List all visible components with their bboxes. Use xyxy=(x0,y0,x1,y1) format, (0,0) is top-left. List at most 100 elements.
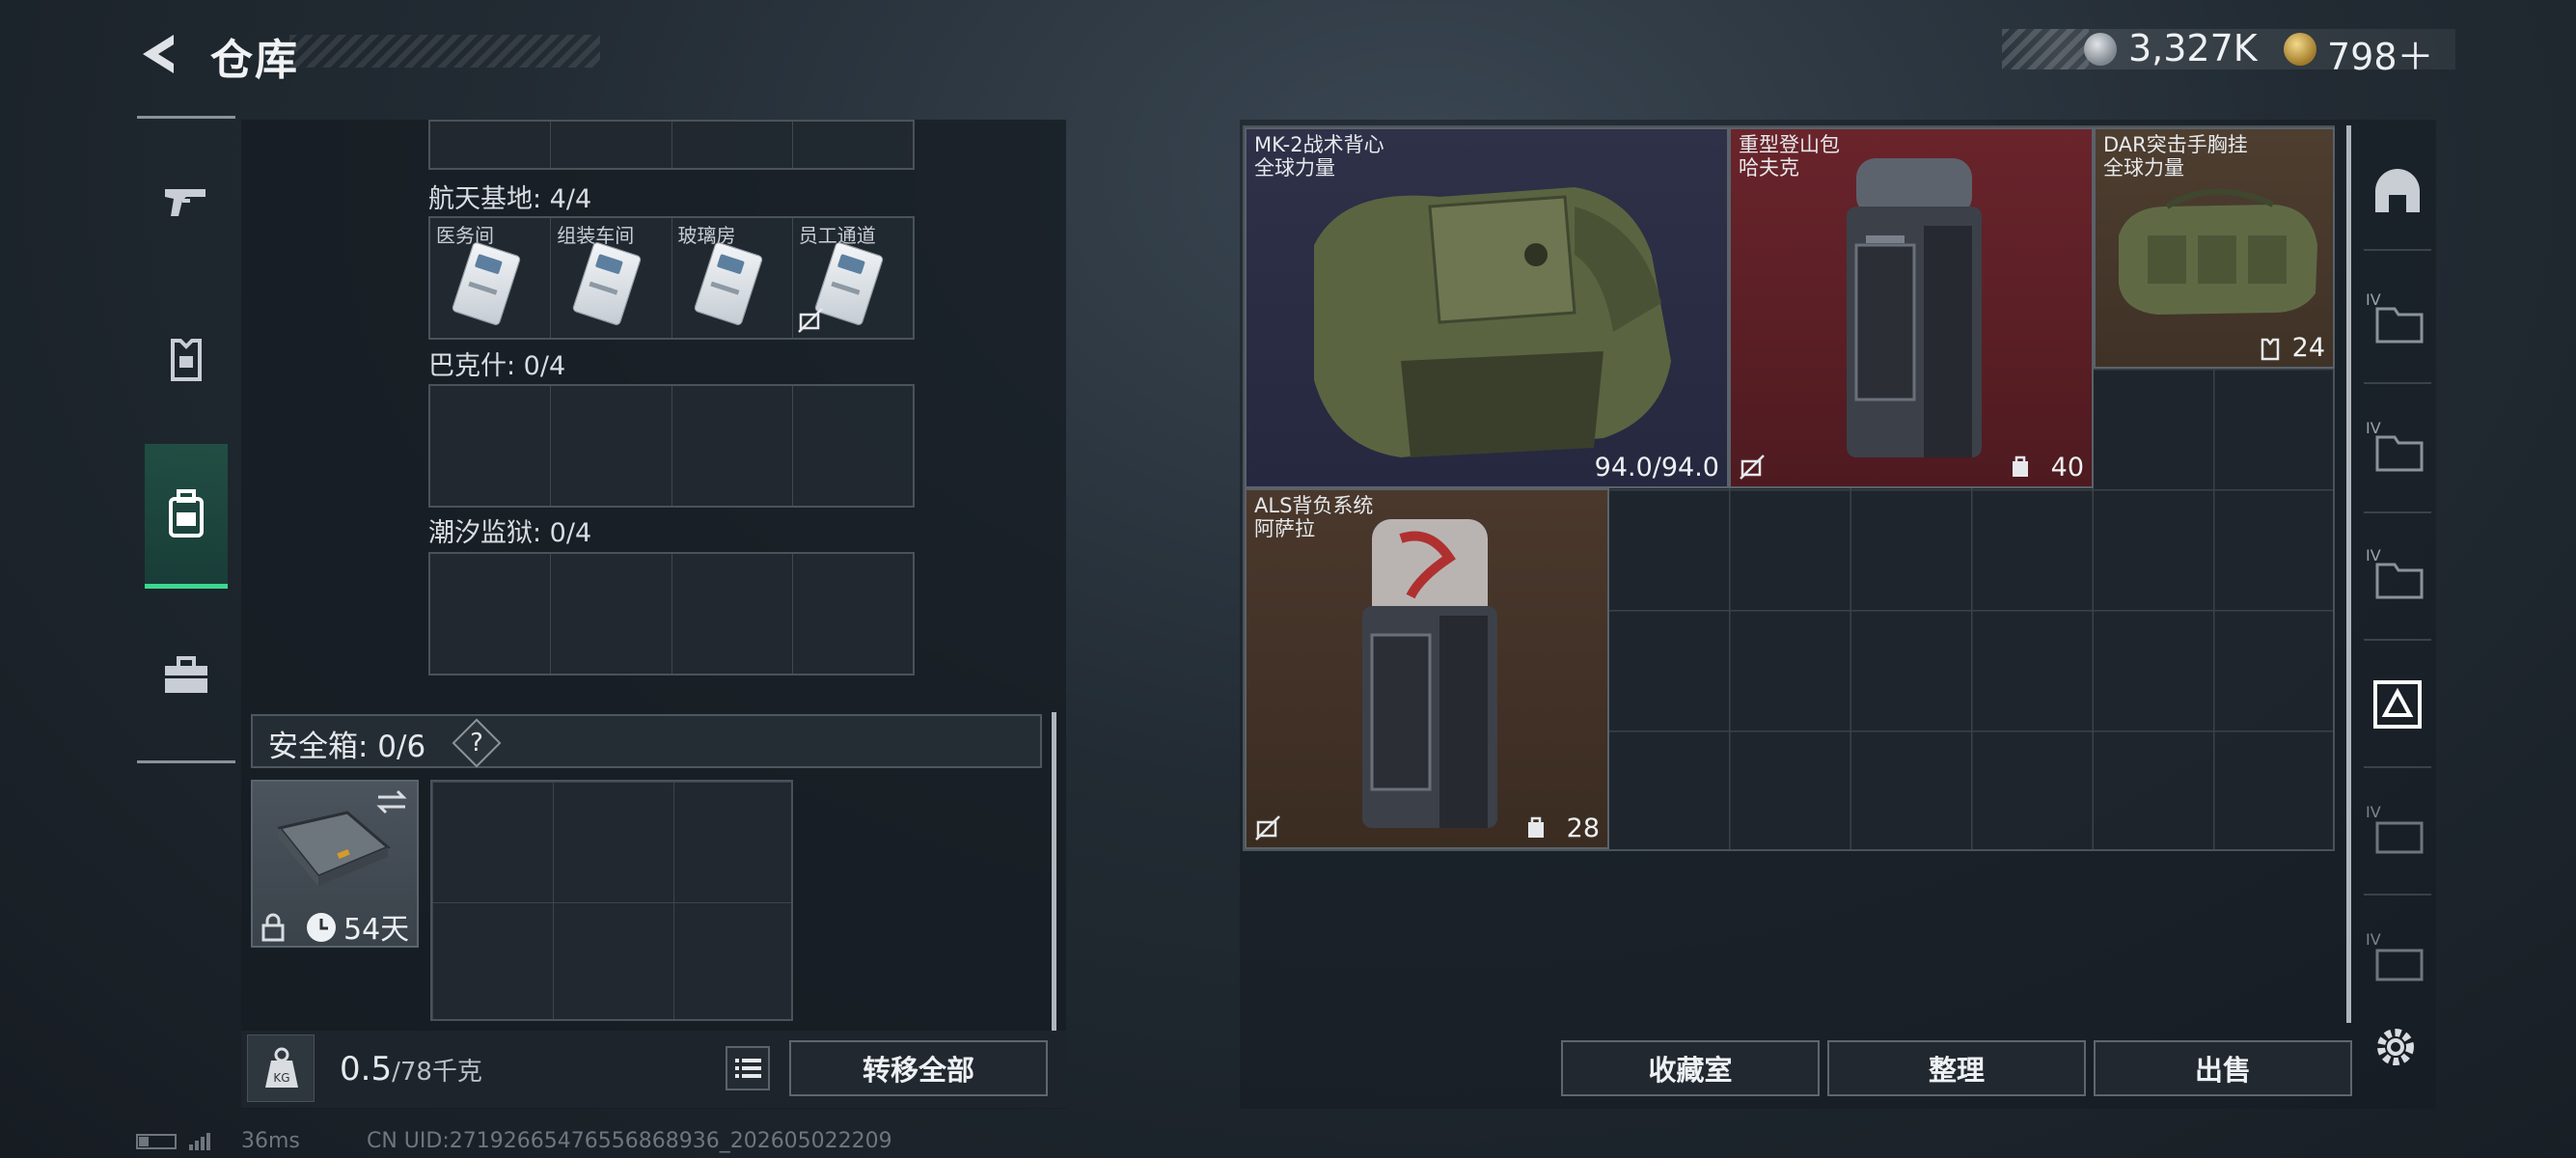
keycard-icon xyxy=(451,240,522,327)
helmet-icon xyxy=(2375,169,2420,212)
backpack-icon xyxy=(165,488,207,539)
section-label: 潮汐监狱: 0/4 xyxy=(428,518,592,548)
nav-divider xyxy=(137,116,235,119)
transfer-all-button[interactable]: 转移全部 xyxy=(789,1040,1048,1096)
help-label: ? xyxy=(470,729,483,758)
safe-box-grid[interactable] xyxy=(430,780,793,1021)
svg-text:KG: KG xyxy=(273,1071,289,1085)
keycard-slot[interactable]: 组装车间 xyxy=(551,218,672,338)
partial-grid xyxy=(428,120,915,170)
item-name: 重型登山包 哈夫克 xyxy=(1739,133,1840,179)
back-icon[interactable] xyxy=(135,29,185,79)
ping-readout: 36ms xyxy=(241,1129,300,1153)
side-divider xyxy=(2364,382,2431,384)
side-divider xyxy=(2364,249,2431,251)
item-chest-rig[interactable]: DAR突击手胸挂 全球力量 24 xyxy=(2094,127,2335,369)
uid-readout: CN UID:27192665476556868936_202605022209 xyxy=(367,1129,892,1153)
armor-icon xyxy=(165,337,207,383)
side-tab-slot-5[interactable]: IV xyxy=(2364,924,2431,992)
keycard-grid xyxy=(428,384,915,508)
organize-button[interactable]: 整理 xyxy=(1827,1040,2086,1096)
right-scrollbar[interactable] xyxy=(2346,125,2351,1023)
rig-icon xyxy=(2373,680,2422,729)
list-view-button[interactable] xyxy=(726,1046,770,1090)
durability-value: 94.0/94.0 xyxy=(1594,453,1719,482)
nav-divider xyxy=(137,760,235,763)
gear-icon[interactable] xyxy=(2371,1023,2420,1071)
silver-coin-icon xyxy=(2084,33,2117,66)
folder-icon: IV xyxy=(2366,419,2424,472)
keycard-slot[interactable] xyxy=(430,386,552,506)
side-tab-slot-4[interactable]: IV xyxy=(2364,797,2431,865)
tier-label: IV xyxy=(2366,290,2381,309)
weight-icon: KG xyxy=(265,1047,298,1088)
item-name: MK-2战术背心 全球力量 xyxy=(1254,133,1384,179)
keycard-slot[interactable] xyxy=(793,554,913,674)
nav-tab-backpack[interactable] xyxy=(145,444,228,589)
lock-icon xyxy=(261,913,285,942)
sell-button[interactable]: 出售 xyxy=(2094,1040,2352,1096)
no-trade-icon xyxy=(1255,815,1280,841)
signal-icon xyxy=(136,1133,210,1150)
keycard-slot[interactable] xyxy=(551,554,672,674)
nav-tab-toolbox[interactable] xyxy=(145,603,228,748)
side-tab-vest[interactable] xyxy=(2364,671,2431,738)
title-decoration xyxy=(289,35,600,68)
tier-label: IV xyxy=(2366,546,2381,565)
als-backpack-art xyxy=(1362,519,1497,828)
keycard-icon xyxy=(813,240,885,327)
item-name: ALS背负系统 阿萨拉 xyxy=(1254,494,1374,540)
no-trade-icon xyxy=(1740,455,1765,480)
folder-icon: IV xyxy=(2366,290,2424,344)
capacity-bag-icon xyxy=(1528,816,1544,838)
nav-tab-weapons[interactable] xyxy=(145,130,228,275)
keycard-slot[interactable]: 玻璃房 xyxy=(672,218,793,338)
capacity-value: 24 xyxy=(2291,333,2325,363)
case-icon: IV xyxy=(2366,803,2424,854)
keycard-slot[interactable] xyxy=(430,554,552,674)
slot-label: 医务间 xyxy=(436,224,494,247)
folder-icon: IV xyxy=(2366,546,2424,599)
gold-amount[interactable]: 798＋ xyxy=(2327,27,2434,80)
item-tactical-vest[interactable]: MK-2战术背心 全球力量 94.0/94.0 xyxy=(1245,127,1729,488)
item-als-carrier[interactable]: ALS背负系统 阿萨拉 28 xyxy=(1245,488,1609,849)
keycard-slot[interactable]: 医务间 xyxy=(430,218,552,338)
weight-readout: 0.5/78千克 xyxy=(340,1050,482,1089)
side-divider xyxy=(2364,639,2431,641)
section-label: 巴克什: 0/4 xyxy=(428,351,566,381)
no-trade-icon xyxy=(797,308,823,333)
left-scrollbar[interactable] xyxy=(1052,712,1056,1031)
keycard-slot[interactable]: 员工通道 xyxy=(793,218,913,338)
item-name: DAR突击手胸挂 全球力量 xyxy=(2103,133,2248,179)
weight-value: 0.5 xyxy=(340,1050,393,1089)
keycard-grid xyxy=(428,552,915,676)
side-tab-slot-3[interactable]: IV xyxy=(2364,540,2431,608)
keycard-slot[interactable] xyxy=(551,386,672,506)
vest-art xyxy=(1314,187,1671,457)
side-tab-helmet[interactable] xyxy=(2364,156,2431,224)
swap-icon[interactable] xyxy=(374,787,409,816)
side-tab-slot-1[interactable]: IV xyxy=(2364,285,2431,352)
tier-label: IV xyxy=(2366,803,2381,821)
safe-case-art xyxy=(277,811,391,886)
item-heavy-backpack[interactable]: 重型登山包 哈夫克 40 xyxy=(1729,127,2094,488)
keycard-slot[interactable] xyxy=(672,554,793,674)
keycard-slot[interactable] xyxy=(793,386,913,506)
nav-tab-gear[interactable] xyxy=(145,288,228,432)
keycard-slot[interactable] xyxy=(672,386,793,506)
chest-rig-art xyxy=(2119,188,2317,315)
capacity-vest-icon xyxy=(2261,338,2280,361)
side-tab-slot-2[interactable]: IV xyxy=(2364,413,2431,481)
section-label: 航天基地: 4/4 xyxy=(428,184,592,214)
keycard-icon xyxy=(693,240,763,327)
side-divider xyxy=(2364,766,2431,768)
weight-icon-box: KG xyxy=(247,1034,315,1102)
keycard-icon xyxy=(571,240,643,327)
collection-room-button[interactable]: 收藏室 xyxy=(1561,1040,1820,1096)
list-icon xyxy=(735,1059,761,1078)
case-icon: IV xyxy=(2366,930,2424,981)
safe-box-title: 安全箱: 0/6 xyxy=(268,730,426,764)
clock-icon xyxy=(307,913,336,942)
backpack-art xyxy=(1847,158,1982,457)
page-title: 仓库 xyxy=(210,36,299,85)
